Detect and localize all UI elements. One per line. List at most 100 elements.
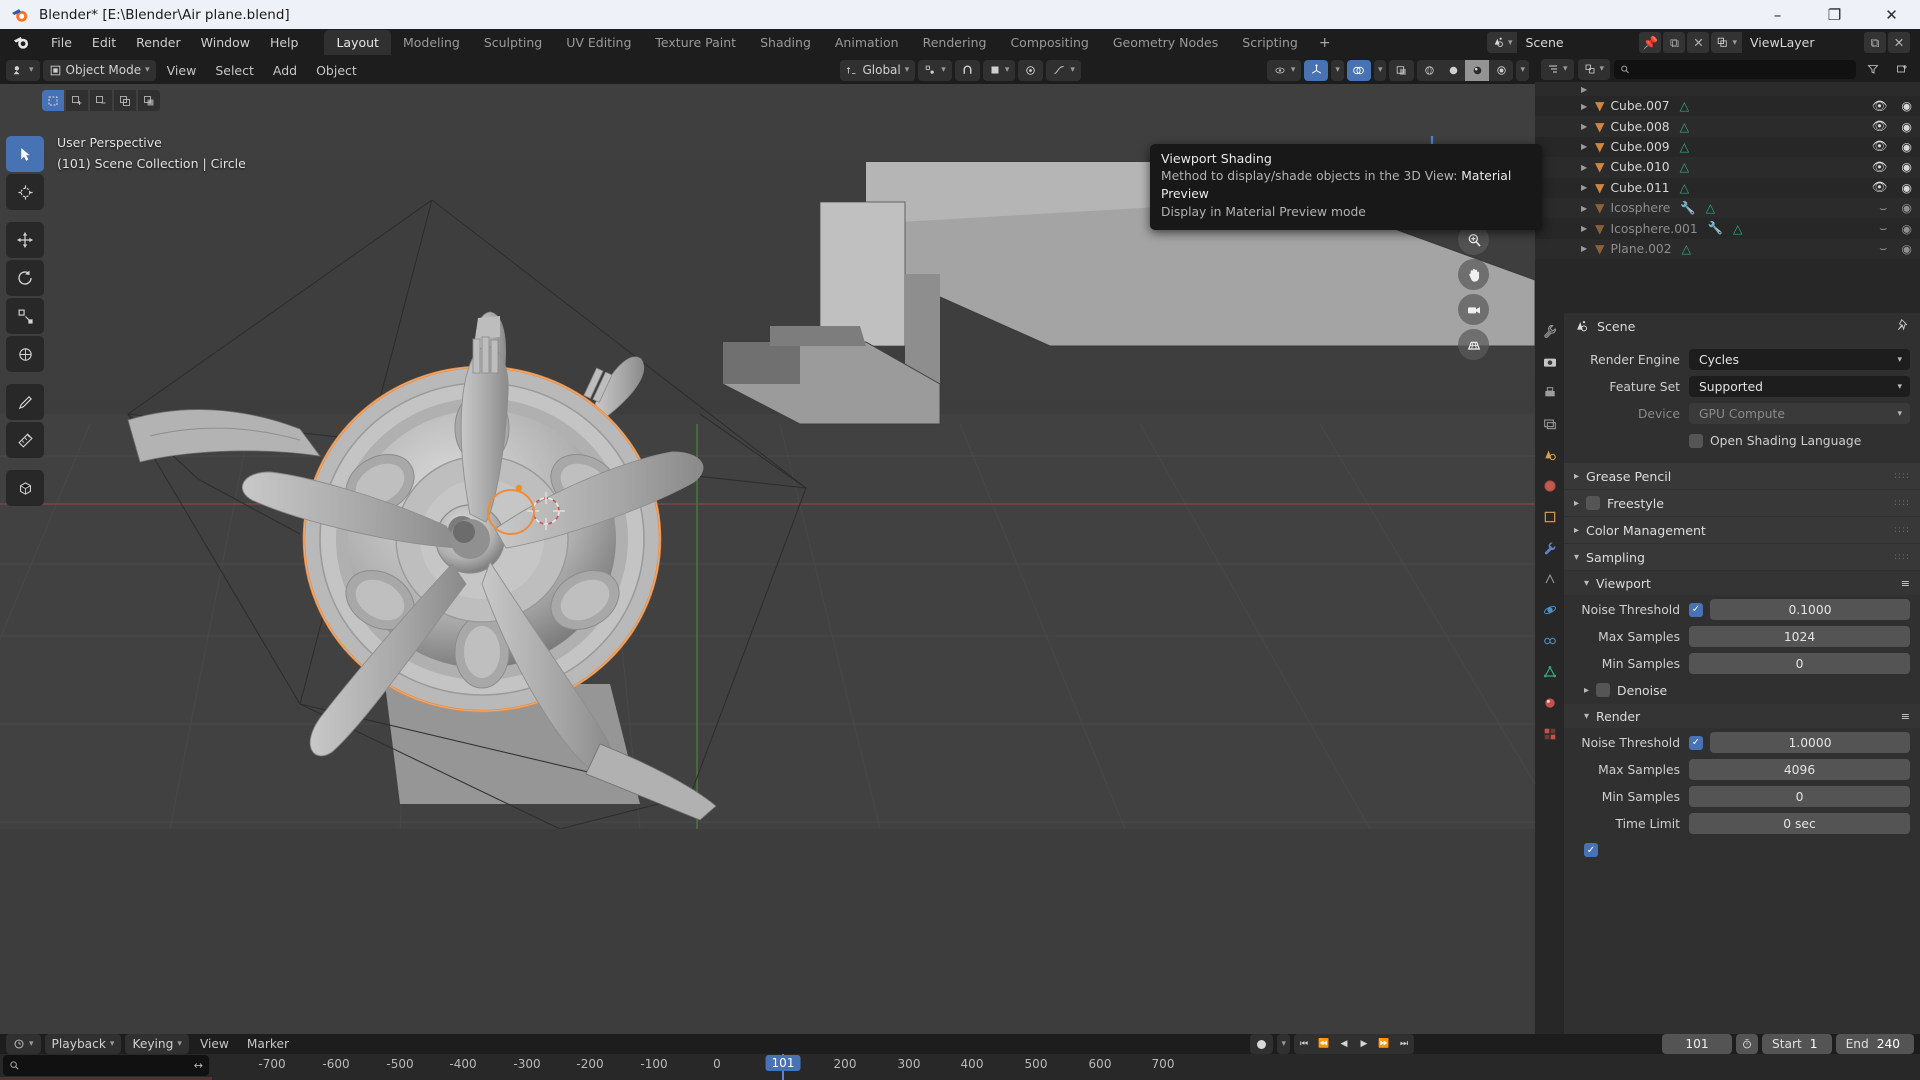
- add-workspace-button[interactable]: +: [1310, 31, 1340, 55]
- menu-help[interactable]: Help: [260, 31, 309, 54]
- new-scene-icon[interactable]: ⧉: [1663, 32, 1686, 53]
- tab-modeling[interactable]: Modeling: [391, 30, 472, 55]
- tab-material-properties[interactable]: [1539, 692, 1560, 713]
- tab-compositing[interactable]: Compositing: [998, 30, 1100, 55]
- outliner-search-input[interactable]: [1614, 59, 1856, 79]
- table-row[interactable]: ▶ ▼ Cube.010 △ 👁 ◉: [1535, 157, 1920, 178]
- feature-set-dropdown[interactable]: Supported ▾: [1689, 376, 1910, 397]
- proportional-falloff-button[interactable]: ▾: [1046, 59, 1081, 81]
- tool-move[interactable]: [6, 222, 44, 258]
- drag-grip-icon[interactable]: ::::: [1894, 552, 1910, 561]
- viewport-noise-threshold-field[interactable]: 0.1000: [1710, 599, 1910, 620]
- pin-icon[interactable]: [1896, 318, 1910, 335]
- panel-color-management[interactable]: ▸ Color Management ::::: [1564, 517, 1920, 543]
- timeline-menu-playback[interactable]: Playback ▾: [44, 1034, 122, 1054]
- tool-add-cube[interactable]: [6, 470, 44, 506]
- proportional-editing-toggle[interactable]: [1018, 59, 1044, 81]
- tab-rendering[interactable]: Rendering: [911, 30, 999, 55]
- tool-select-box[interactable]: [6, 136, 44, 172]
- render-noise-threshold-field[interactable]: 1.0000: [1710, 732, 1910, 753]
- tab-constraint-properties[interactable]: [1539, 630, 1560, 651]
- render-camera-icon[interactable]: ◉: [1901, 140, 1912, 154]
- viewport-menu-object[interactable]: Object: [308, 60, 365, 81]
- expand-triangle-icon[interactable]: ▶: [1581, 102, 1595, 111]
- show-gizmo-toggle[interactable]: [1304, 59, 1329, 81]
- subpanel-denoise[interactable]: ▸ Denoise: [1564, 678, 1920, 702]
- outliner-display-mode-button[interactable]: ▾: [1577, 58, 1611, 80]
- subpanel-advanced[interactable]: ✓: [1564, 838, 1920, 862]
- tab-layout[interactable]: Layout: [324, 30, 391, 55]
- scene-selector[interactable]: ▾ Scene: [1486, 32, 1638, 53]
- use-preview-range-button[interactable]: [1736, 1034, 1759, 1054]
- play-button[interactable]: ▶: [1354, 1034, 1374, 1054]
- preset-list-icon[interactable]: ≡: [1901, 710, 1910, 723]
- expand-triangle-icon[interactable]: ▶: [1581, 163, 1595, 172]
- timeline-menu-marker[interactable]: Marker: [240, 1034, 296, 1054]
- pan-hand-icon[interactable]: [1458, 259, 1489, 290]
- tab-output-properties[interactable]: [1539, 382, 1560, 403]
- visibility-eye-icon[interactable]: 👁: [1872, 160, 1888, 175]
- jump-to-start-button[interactable]: ⏮: [1294, 1034, 1314, 1054]
- viewport-menu-view[interactable]: View: [159, 60, 205, 81]
- drag-grip-icon[interactable]: ::::: [1894, 525, 1910, 534]
- table-row[interactable]: ▶ ▼ Icosphere.001 🔧 △ ⌣ ◉: [1535, 218, 1920, 238]
- open-shading-language-checkbox[interactable]: [1689, 433, 1703, 448]
- table-row[interactable]: ▶ ▼ Plane.002 △ ⌣ ◉: [1535, 238, 1920, 260]
- timeline-search-input[interactable]: ↔: [3, 1055, 209, 1076]
- close-button[interactable]: ✕: [1863, 0, 1920, 29]
- scene-name-field[interactable]: Scene: [1517, 32, 1638, 53]
- select-intersect-mode-button[interactable]: [138, 90, 160, 111]
- visibility-closed-eye-icon[interactable]: ⌣: [1879, 221, 1887, 236]
- freestyle-checkbox[interactable]: [1586, 496, 1601, 510]
- visibility-eye-icon[interactable]: 👁: [1872, 139, 1888, 154]
- editor-type-button[interactable]: ▾: [6, 59, 40, 81]
- render-time-limit-field[interactable]: 0 sec: [1689, 813, 1910, 834]
- timeline-menu-view[interactable]: View: [193, 1034, 236, 1054]
- expand-triangle-icon[interactable]: ▶: [1581, 224, 1595, 233]
- drag-grip-icon[interactable]: ::::: [1894, 471, 1910, 480]
- viewlayer-name-field[interactable]: ViewLayer: [1742, 32, 1862, 53]
- menu-file[interactable]: File: [41, 31, 82, 54]
- play-reverse-button[interactable]: ◀: [1334, 1034, 1354, 1054]
- panel-grease-pencil[interactable]: ▸ Grease Pencil ::::: [1564, 463, 1920, 489]
- denoise-checkbox[interactable]: [1596, 683, 1611, 697]
- auto-keying-options-button[interactable]: ▾: [1277, 1034, 1291, 1054]
- render-camera-icon[interactable]: ◉: [1901, 160, 1912, 174]
- visibility-closed-eye-icon[interactable]: ⌣: [1879, 201, 1887, 216]
- delete-scene-icon[interactable]: ✕: [1687, 32, 1710, 53]
- subpanel-viewport[interactable]: ▾ Viewport ≡: [1564, 571, 1920, 595]
- tool-transform[interactable]: [6, 336, 44, 372]
- current-frame-field[interactable]: 101: [1662, 1034, 1733, 1054]
- overlay-options-button[interactable]: ▾: [1373, 59, 1387, 81]
- select-invert-mode-button[interactable]: [114, 90, 136, 111]
- timeline-ruler[interactable]: -700 -600 -500 -400 -300 -200 -100 0 200…: [212, 1054, 1920, 1080]
- tab-uv-editing[interactable]: UV Editing: [554, 30, 643, 55]
- outliner-new-collection-button[interactable]: [1889, 59, 1914, 80]
- previous-keyframe-button[interactable]: ⏪: [1314, 1034, 1334, 1054]
- gizmo-options-button[interactable]: ▾: [1331, 59, 1344, 81]
- frame-range-start[interactable]: Start 1: [1762, 1034, 1832, 1054]
- menu-window[interactable]: Window: [191, 31, 260, 54]
- expand-triangle-icon[interactable]: ▶: [1581, 244, 1595, 253]
- transform-orientation-button[interactable]: Global ▾: [840, 59, 916, 81]
- outliner-editor-type-button[interactable]: ▾: [1541, 58, 1574, 80]
- expand-triangle-icon[interactable]: ▶: [1581, 142, 1595, 151]
- snap-settings-button[interactable]: ▾: [982, 59, 1016, 81]
- visibility-closed-eye-icon[interactable]: ⌣: [1879, 241, 1887, 256]
- auto-keying-toggle[interactable]: [1250, 1034, 1274, 1054]
- tab-world-properties[interactable]: [1539, 475, 1560, 496]
- shading-rendered-button[interactable]: [1489, 60, 1513, 81]
- render-camera-icon[interactable]: ◉: [1901, 181, 1912, 195]
- outliner-filter-button[interactable]: [1860, 59, 1885, 80]
- tab-data-properties[interactable]: [1539, 661, 1560, 682]
- viewport-min-samples-field[interactable]: 0: [1689, 653, 1910, 674]
- tool-annotate[interactable]: [6, 384, 44, 420]
- filter-expand-icon[interactable]: ↔: [194, 1059, 203, 1072]
- shading-wireframe-button[interactable]: [1417, 60, 1441, 81]
- next-keyframe-button[interactable]: ⏩: [1374, 1034, 1394, 1054]
- table-row[interactable]: ▶: [1535, 82, 1920, 96]
- tab-modifier-properties[interactable]: [1539, 537, 1560, 558]
- tab-object-properties[interactable]: [1539, 506, 1560, 527]
- visibility-options-button[interactable]: ▾: [1266, 59, 1302, 81]
- render-camera-icon[interactable]: ◉: [1901, 242, 1912, 256]
